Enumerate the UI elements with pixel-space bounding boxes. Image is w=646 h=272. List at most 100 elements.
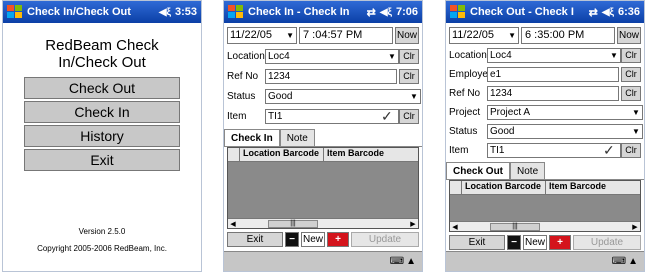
exit-button[interactable]: Exit [449,234,505,250]
title-bar: Check In - Check In ⇄ ◀ξ 7:06 [224,1,422,23]
app-title-line1: RedBeam Check [45,37,159,54]
chevron-down-icon[interactable]: ▼ [631,108,641,117]
tab-check-in[interactable]: Check In [224,129,280,146]
window-title: Check Out - Check I [470,6,574,18]
location-select[interactable]: Loc4 [265,48,399,64]
status-select[interactable]: Good [487,123,643,139]
column-header-item-barcode[interactable]: Item Barcode [324,148,418,161]
speaker-icon[interactable]: ◀ξ [159,7,171,18]
status-label: Status [449,125,478,137]
window-title: Check In/Check Out [27,6,131,18]
scroll-right-icon[interactable]: ▶ [408,220,418,228]
row-header-cell [450,181,462,194]
chevron-down-icon: ▼ [508,30,516,40]
version-text: Version 2.5.0 [78,227,126,236]
items-grid[interactable]: Location Barcode Item Barcode ◀ ||| ▶ [449,180,641,232]
column-header-location-barcode[interactable]: Location Barcode [240,148,324,161]
horizontal-scrollbar[interactable]: ◀ ||| ▶ [228,218,418,228]
grid-header: Location Barcode Item Barcode [450,181,640,195]
now-button[interactable]: Now [395,26,419,44]
column-header-location-barcode[interactable]: Location Barcode [462,181,546,194]
chevron-up-icon[interactable]: ▲ [628,256,638,267]
chevron-down-icon[interactable]: ▼ [409,92,419,101]
sync-icon[interactable]: ⇄ [589,6,598,19]
clock[interactable]: 3:53 [175,6,197,18]
add-button[interactable]: + [327,231,349,247]
input-panel-bar: ⌨ ▲ [446,251,644,271]
ref-no-clear-button[interactable]: Clr [621,85,641,101]
scroll-left-icon[interactable]: ◀ [450,223,460,231]
windows-flag-icon[interactable] [228,5,244,19]
checkmark-icon[interactable]: ✓ [381,108,397,125]
window-title: Check In - Check In [248,6,350,18]
ref-no-input[interactable]: 1234 [265,68,397,84]
check-in-button[interactable]: Check In [24,101,180,123]
item-input[interactable]: TI1 [265,108,399,124]
speaker-icon[interactable]: ◀ξ [380,7,392,18]
location-label: Location [227,50,265,62]
chevron-down-icon[interactable]: ▼ [387,52,397,61]
exit-button[interactable]: Exit [227,231,283,247]
status-select[interactable]: Good [265,88,421,104]
new-button[interactable]: New [523,234,547,250]
date-picker[interactable]: 11/22/05 ▼ [449,26,519,44]
ref-no-clear-button[interactable]: Clr [399,68,419,84]
tab-note[interactable]: Note [279,129,315,146]
keyboard-icon[interactable]: ⌨ [390,256,404,267]
employee-input[interactable]: e1 [487,66,619,82]
items-grid[interactable]: Location Barcode Item Barcode ◀ ||| ▶ [227,147,419,229]
time-field[interactable]: 7 :04:57 PM [299,26,393,44]
windows-flag-icon[interactable] [7,5,23,19]
update-button[interactable]: Update [351,231,419,247]
add-button[interactable]: + [549,234,571,250]
chevron-up-icon[interactable]: ▲ [406,256,416,267]
scroll-right-icon[interactable]: ▶ [630,223,640,231]
remove-button[interactable]: − [285,231,299,247]
tab-check-out[interactable]: Check Out [446,162,511,179]
check-in-screen: Check In - Check In ⇄ ◀ξ 7:06 11/22/05 ▼ … [223,0,423,272]
history-button[interactable]: History [24,125,180,147]
main-menu-screen: Check In/Check Out ◀ξ 3:53 RedBeam Check… [2,0,202,272]
scrollbar-thumb[interactable]: ||| [268,219,318,228]
item-clear-button[interactable]: Clr [621,142,641,158]
exit-button[interactable]: Exit [24,149,180,171]
item-input[interactable]: TI1 [487,142,621,158]
location-clear-button[interactable]: Clr [621,47,641,63]
ref-no-label: Ref No [449,87,481,99]
keyboard-icon[interactable]: ⌨ [612,256,626,267]
tab-note[interactable]: Note [510,162,546,179]
grid-header: Location Barcode Item Barcode [228,148,418,162]
checkmark-icon[interactable]: ✓ [603,142,619,159]
scroll-left-icon[interactable]: ◀ [228,220,238,228]
employee-label: Employee [449,68,487,80]
speaker-icon[interactable]: ◀ξ [602,7,614,18]
location-clear-button[interactable]: Clr [399,48,419,64]
clock[interactable]: 6:36 [618,6,640,18]
date-picker[interactable]: 11/22/05 ▼ [227,26,297,44]
ref-no-input[interactable]: 1234 [487,85,619,101]
ref-no-label: Ref No [227,70,259,82]
horizontal-scrollbar[interactable]: ◀ ||| ▶ [450,221,640,231]
column-header-item-barcode[interactable]: Item Barcode [546,181,640,194]
chevron-down-icon[interactable]: ▼ [609,51,619,60]
clock[interactable]: 7:06 [396,6,418,18]
date-value: 11/22/05 [452,29,495,41]
tab-bar: Check Out Note [446,162,644,180]
project-select[interactable]: Project A [487,104,643,120]
sync-icon[interactable]: ⇄ [367,6,376,19]
now-button[interactable]: Now [617,26,641,44]
title-bar: Check Out - Check I ⇄ ◀ξ 6:36 [446,1,644,23]
scrollbar-thumb[interactable]: ||| [490,222,540,231]
app-title: RedBeam Check In/Check Out [3,37,201,71]
windows-flag-icon[interactable] [450,5,466,19]
chevron-down-icon[interactable]: ▼ [631,127,641,136]
time-field[interactable]: 6 :35:00 PM [521,26,615,44]
check-out-button[interactable]: Check Out [24,77,180,99]
update-button[interactable]: Update [573,234,641,250]
item-clear-button[interactable]: Clr [399,108,419,124]
remove-button[interactable]: − [507,234,521,250]
employee-clear-button[interactable]: Clr [621,66,641,82]
new-button[interactable]: New [301,231,325,247]
location-select[interactable]: Loc4 [487,47,621,63]
chevron-down-icon: ▼ [286,30,294,40]
